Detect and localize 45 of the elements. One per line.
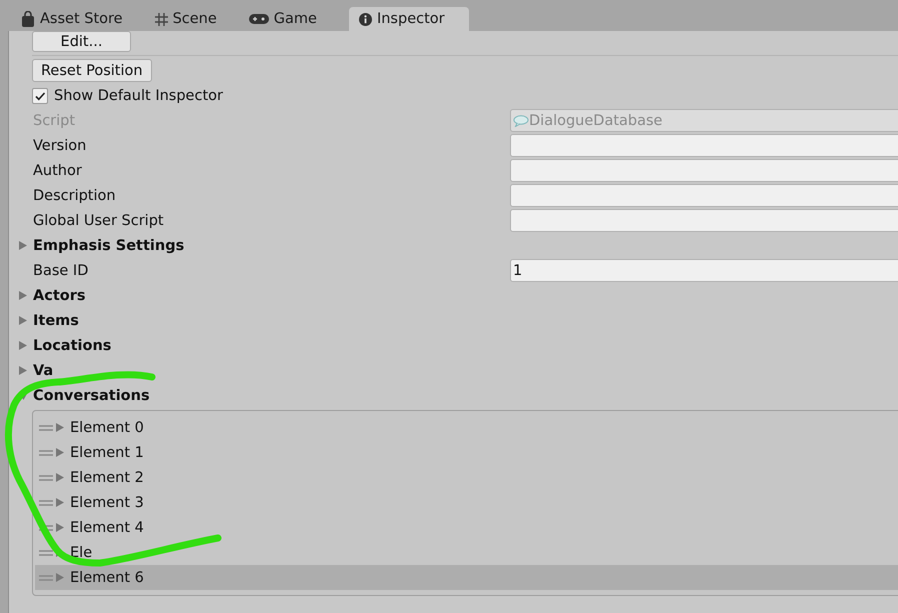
foldout-label[interactable]: Va <box>33 362 54 378</box>
list-row[interactable]: Element 2 <box>35 465 898 490</box>
drag-handle-icon[interactable] <box>39 450 53 456</box>
checkbox[interactable] <box>32 88 48 104</box>
input-field[interactable] <box>510 209 898 232</box>
input-field[interactable] <box>510 184 898 207</box>
checkbox-label: Show Default Inspector <box>54 88 223 104</box>
input-field[interactable] <box>510 159 898 182</box>
tab[interactable]: Asset Store <box>17 7 137 31</box>
field-label: Script <box>33 112 76 128</box>
foldout-label[interactable]: Actors <box>33 288 86 304</box>
input-field[interactable] <box>510 134 898 157</box>
edit-button[interactable]: Edit... <box>32 31 131 52</box>
drag-handle-icon[interactable] <box>39 474 53 480</box>
foldout-label[interactable]: Emphasis Settings <box>33 238 184 254</box>
field-label: Author <box>33 162 83 178</box>
field-label: Version <box>33 138 88 154</box>
field-label: Description <box>33 188 117 204</box>
tab[interactable]: Scene <box>150 7 231 31</box>
list-row[interactable]: Element 6 <box>35 565 898 590</box>
input-field: DialogueDatabase <box>510 109 898 132</box>
grid-icon <box>154 12 168 26</box>
foldout-label[interactable]: Conversations <box>33 388 150 404</box>
bag-icon <box>21 11 35 27</box>
drag-handle-icon[interactable] <box>39 500 53 506</box>
info-icon <box>358 12 372 26</box>
speech-bubble-icon <box>513 114 529 126</box>
drag-handle-icon[interactable] <box>39 550 53 556</box>
reset-position-button[interactable]: Reset Position <box>32 59 152 82</box>
tab[interactable]: Game <box>244 7 331 31</box>
drag-handle-icon[interactable] <box>39 574 53 580</box>
field-label: Global User Script <box>33 212 165 228</box>
checkmark-icon <box>34 90 46 102</box>
list-row[interactable]: Element 3 <box>35 490 898 515</box>
field-label: Base ID <box>33 262 90 278</box>
list-row[interactable]: Element 0 <box>35 415 898 440</box>
list-row[interactable]: Element 4 <box>35 515 898 540</box>
foldout-label[interactable]: Locations <box>33 338 112 354</box>
drag-handle-icon[interactable] <box>39 524 53 530</box>
drag-handle-icon[interactable] <box>39 424 53 430</box>
gamepad-icon <box>248 13 269 25</box>
foldout-label[interactable]: Items <box>33 312 79 328</box>
list-row[interactable]: Element 1 <box>35 440 898 465</box>
tab[interactable]: Inspector <box>348 7 469 31</box>
input-field[interactable]: 1 <box>510 259 898 282</box>
